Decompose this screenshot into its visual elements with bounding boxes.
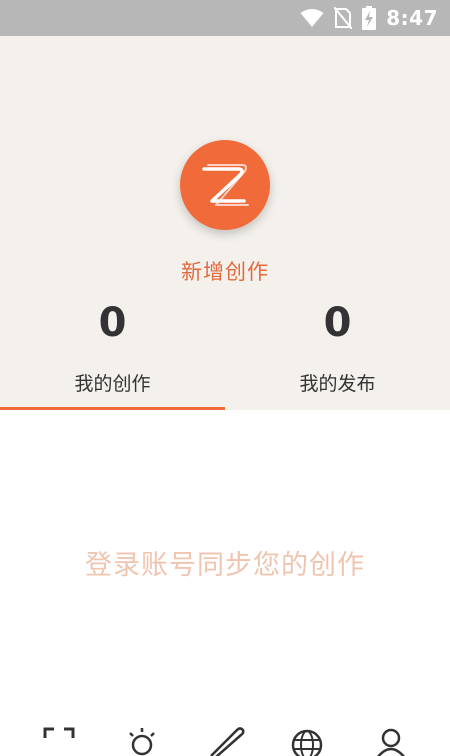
nav-ideas[interactable] [122,726,162,756]
nav-discover[interactable] [287,726,327,756]
my-creations-count[interactable]: 0 [0,300,225,346]
bottom-nav [0,718,450,756]
tab-indicator [0,407,225,410]
z-logo-icon [202,164,249,206]
globe-icon [291,729,323,756]
lightbulb-icon [129,728,155,756]
status-time: 8:47 [386,6,438,30]
pen-icon [210,727,245,756]
tab-my-creations[interactable]: 我的创作 [0,369,225,396]
my-publications-count[interactable]: 0 [225,300,450,346]
create-label[interactable]: 新增创作 [0,256,450,286]
header-area: 新增创作 0 0 我的创作 我的发布 [0,36,450,410]
wifi-icon [300,9,324,27]
nav-scan[interactable] [39,726,79,756]
login-sync-message[interactable]: 登录账号同步您的创作 [0,543,450,582]
profile-icon [377,728,405,756]
nav-write[interactable] [205,726,245,756]
create-button[interactable] [180,140,270,230]
battery-charging-icon [362,6,377,30]
status-icons: 8:47 [300,6,438,30]
nav-profile[interactable] [371,726,411,756]
status-bar: 8:47 [0,0,450,36]
tab-my-publications[interactable]: 我的发布 [225,369,450,396]
scan-icon [43,727,75,738]
no-sim-icon [334,7,353,29]
